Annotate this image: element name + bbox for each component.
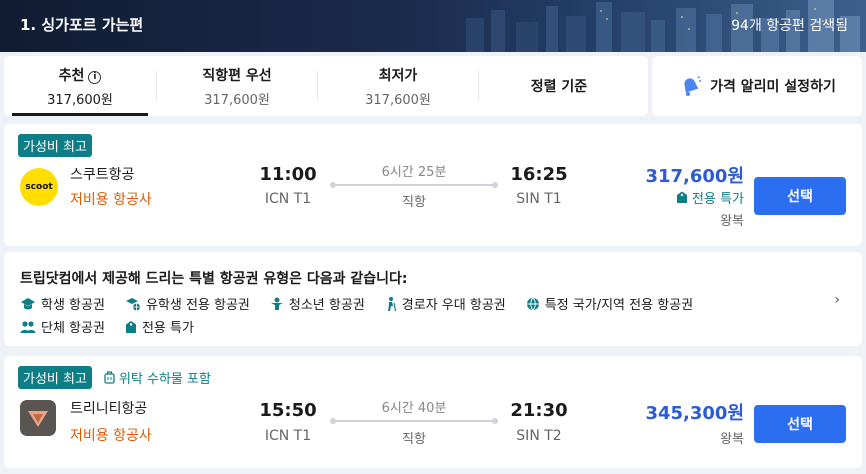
airline-logo: scoot — [20, 168, 58, 206]
result-count: 94개 항공편 검색됨 — [731, 18, 848, 34]
route-title: 1. 싱가포르 가는편 — [20, 16, 144, 34]
globe-icon — [526, 297, 539, 311]
graduation-cap-icon — [21, 297, 35, 309]
fare-label: 청소년 항공권 — [288, 298, 365, 313]
fare-label: 전용 특가 — [141, 321, 194, 336]
exclusive-deal-tag: 전용 특가 — [676, 188, 744, 207]
arrive-time: 16:25 — [510, 164, 568, 185]
fare-student[interactable]: 학생 항공권 — [20, 294, 105, 313]
select-button[interactable]: 선택 — [754, 405, 846, 443]
airline-name: 스쿠트항공 — [70, 167, 135, 183]
stops-label: 직항 — [402, 432, 426, 447]
flight-duration: 6시간 25분 — [381, 165, 447, 180]
fare-youth[interactable]: 청소년 항공권 — [270, 294, 365, 313]
best-value-badge: 가성비 최고 — [18, 366, 92, 389]
tab-label: 직항편 우선 — [202, 67, 272, 84]
info-icon[interactable]: i — [88, 70, 102, 84]
tab-lowest-price[interactable]: 최저가 317,600원 — [318, 56, 478, 116]
tab-price: 317,600원 — [204, 92, 270, 108]
flight-price: 345,300원 — [645, 403, 744, 424]
group-icon — [20, 320, 36, 333]
luggage-icon — [104, 371, 115, 384]
price-alert-label: 가격 알리미 설정하기 — [710, 79, 836, 95]
fare-label: 특정 국가/지역 전용 항공권 — [544, 298, 694, 313]
best-value-badge: 가성비 최고 — [18, 134, 92, 157]
tab-price: 317,600원 — [365, 92, 431, 108]
chevron-right-icon[interactable]: › — [834, 292, 840, 308]
tab-label: 최저가 — [378, 67, 418, 84]
stops-label: 직항 — [402, 195, 426, 210]
airline-type: 저비용 항공사 — [70, 428, 152, 444]
flight-price: 317,600원 — [645, 166, 744, 187]
special-fares-box: 트립닷컴에서 제공해 드리는 특별 항공권 유형은 다음과 같습니다: 학생 항… — [4, 252, 862, 346]
select-button[interactable]: 선택 — [754, 177, 846, 215]
tab-recommended[interactable]: 추천 i 317,600원 — [4, 56, 156, 116]
youth-icon — [270, 297, 283, 310]
tag-icon — [125, 320, 136, 333]
fare-label: 단체 항공권 — [41, 321, 105, 336]
airline-logo — [20, 400, 56, 436]
baggage-label: 위탁 수하물 포함 — [118, 372, 211, 387]
bell-icon — [684, 76, 702, 96]
tab-label: 정렬 기준 — [530, 79, 588, 95]
tab-price: 317,600원 — [47, 92, 113, 108]
route-header-banner: 1. 싱가포르 가는편 94개 항공편 검색됨 — [0, 0, 866, 52]
fare-label: 유학생 전용 항공권 — [145, 298, 250, 313]
senior-icon — [387, 296, 396, 311]
deal-label: 전용 특가 — [692, 192, 744, 207]
arrive-time: 21:30 — [510, 400, 568, 421]
sort-tabs: 추천 i 317,600원 직항편 우선 317,600원 최저가 317,600… — [4, 56, 648, 116]
student-abroad-icon — [125, 297, 140, 310]
tag-icon — [677, 191, 688, 203]
price-alert-button[interactable]: 가격 알리미 설정하기 — [652, 56, 862, 116]
tab-direct-first[interactable]: 직항편 우선 317,600원 — [157, 56, 317, 116]
flight-duration: 6시간 40분 — [381, 401, 447, 416]
route-line-icon — [330, 418, 498, 424]
special-fares-heading: 트립닷컴에서 제공해 드리는 특별 항공권 유형은 다음과 같습니다: — [20, 271, 408, 287]
fare-exclusive-deal[interactable]: 전용 특가 — [125, 317, 194, 336]
depart-time: 15:50 — [259, 400, 317, 421]
fare-country-specific[interactable]: 특정 국가/지역 전용 항공권 — [526, 294, 693, 313]
fare-student-abroad[interactable]: 유학생 전용 항공권 — [125, 294, 250, 313]
fare-senior[interactable]: 경로자 우대 항공권 — [385, 294, 506, 313]
arrive-airport: SIN T2 — [516, 428, 562, 444]
fare-group[interactable]: 단체 항공권 — [20, 317, 105, 336]
trinity-logo-icon — [28, 411, 48, 427]
depart-time: 11:00 — [259, 164, 317, 185]
baggage-included-badge: 위탁 수하물 포함 — [104, 368, 211, 387]
depart-airport: ICN T1 — [264, 428, 312, 444]
flight-card[interactable]: 가성비 최고 scoot 스쿠트항공 저비용 항공사 11:00 ICN T1 … — [4, 124, 862, 246]
tab-label: 추천 — [58, 67, 85, 84]
tab-sort-by[interactable]: 정렬 기준 — [479, 56, 639, 116]
flight-card[interactable]: 가성비 최고 위탁 수하물 포함 트리니티항공 저비용 항공사 15:50 IC… — [4, 356, 862, 468]
trip-type: 왕복 — [720, 214, 744, 229]
fare-label: 학생 항공권 — [41, 298, 105, 313]
trip-type: 왕복 — [720, 432, 744, 447]
fare-label: 경로자 우대 항공권 — [401, 298, 506, 313]
depart-airport: ICN T1 — [264, 191, 312, 207]
route-line-icon — [330, 182, 498, 188]
airline-type: 저비용 항공사 — [70, 192, 152, 208]
logo-text: scoot — [25, 182, 53, 192]
arrive-airport: SIN T1 — [516, 191, 562, 207]
airline-name: 트리니티항공 — [70, 401, 148, 417]
